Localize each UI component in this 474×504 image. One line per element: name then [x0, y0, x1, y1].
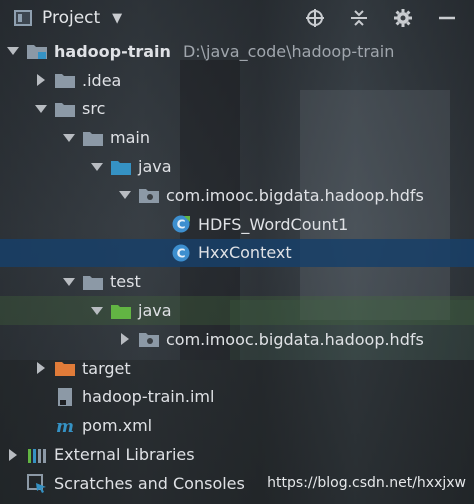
project-tree: hadoop-train D:\java_code\hadoop-train .… — [0, 37, 474, 498]
source-folder-icon — [110, 158, 132, 176]
folder-icon — [54, 71, 76, 89]
folder-icon — [54, 100, 76, 118]
chevron-right-icon[interactable] — [34, 361, 48, 375]
tree-node-label: hadoop-train — [54, 41, 171, 61]
chevron-right-icon[interactable] — [6, 448, 20, 462]
tree-node-label: com.imooc.bigdata.hadoop.hdfs — [166, 185, 424, 205]
watermark-url: https://blog.csdn.net/hxxjxw — [267, 475, 466, 492]
panel-title[interactable]: Project — [42, 8, 100, 28]
svg-text:m: m — [56, 417, 74, 435]
tree-node-label: HxxContext — [198, 243, 292, 263]
chevron-right-icon[interactable] — [118, 332, 132, 346]
tree-node-label: pom.xml — [82, 416, 153, 436]
tree-node-class-hdfs-wordcount1[interactable]: C HDFS_WordCount1 — [0, 210, 474, 239]
tree-node-main-java[interactable]: java — [0, 152, 474, 181]
tree-node-label: External Libraries — [54, 445, 195, 465]
chevron-down-icon[interactable] — [62, 131, 76, 145]
tree-node-pom-file[interactable]: m pom.xml — [0, 411, 474, 440]
tree-node-class-hxxcontext[interactable]: C HxxContext — [0, 238, 474, 268]
svg-text:C: C — [177, 218, 186, 232]
tree-node-label: src — [82, 99, 106, 119]
tree-node-target[interactable]: target — [0, 354, 474, 383]
excluded-folder-icon — [54, 359, 76, 377]
tree-node-test[interactable]: test — [0, 267, 474, 296]
hide-panel-icon[interactable] — [436, 7, 458, 29]
tree-node-src[interactable]: src — [0, 95, 474, 124]
header-toolbar — [304, 7, 458, 29]
tree-node-hadoop-train[interactable]: hadoop-train D:\java_code\hadoop-train — [0, 37, 474, 66]
folder-icon — [82, 273, 104, 291]
tree-node-label: java — [138, 301, 172, 321]
project-panel: Project ▼ hadoop-train D:\java_code\hado… — [0, 0, 474, 504]
tree-node-test-java[interactable]: java — [0, 296, 474, 325]
package-icon — [138, 186, 160, 204]
chevron-down-icon[interactable]: ▼ — [112, 11, 122, 26]
tree-node-label: hadoop-train.iml — [82, 387, 215, 407]
maven-icon: m — [54, 417, 76, 435]
locate-icon[interactable] — [304, 7, 326, 29]
tree-node-label: com.imooc.bigdata.hadoop.hdfs — [166, 329, 424, 349]
project-tool-header: Project ▼ — [0, 0, 474, 36]
java-class-icon: C — [170, 244, 192, 262]
tree-node-label: HDFS_WordCount1 — [198, 214, 349, 234]
test-source-folder-icon — [110, 302, 132, 320]
package-icon — [138, 330, 160, 348]
tree-node-label: .idea — [82, 70, 122, 90]
tree-node-label: main — [110, 128, 150, 148]
scratches-icon — [26, 474, 48, 494]
gear-icon[interactable] — [392, 7, 414, 29]
tree-node-external-libraries[interactable]: External Libraries — [0, 440, 474, 469]
tree-node-iml-file[interactable]: hadoop-train.iml — [0, 383, 474, 412]
tree-node-scratches-and-consoles[interactable]: Scratches and Consoles https://blog.csdn… — [0, 469, 474, 498]
tree-node-label: java — [138, 157, 172, 177]
module-folder-icon — [26, 42, 48, 60]
chevron-down-icon[interactable] — [62, 275, 76, 289]
chevron-down-icon[interactable] — [6, 44, 20, 58]
tree-node-idea[interactable]: .idea — [0, 66, 474, 95]
tree-node-main-package[interactable]: com.imooc.bigdata.hadoop.hdfs — [0, 181, 474, 210]
collapse-all-icon[interactable] — [348, 7, 370, 29]
chevron-down-icon[interactable] — [90, 304, 104, 318]
tree-node-test-package[interactable]: com.imooc.bigdata.hadoop.hdfs — [0, 325, 474, 354]
tree-node-main[interactable]: main — [0, 123, 474, 152]
tree-node-label: test — [110, 272, 141, 292]
tree-node-label: target — [82, 358, 131, 378]
chevron-down-icon[interactable] — [118, 188, 132, 202]
chevron-right-icon[interactable] — [34, 73, 48, 87]
java-class-icon: C — [170, 215, 192, 233]
svg-text:C: C — [177, 246, 186, 260]
chevron-down-icon[interactable] — [34, 102, 48, 116]
module-path: D:\java_code\hadoop-train — [182, 41, 395, 61]
tree-node-label: Scratches and Consoles — [54, 473, 245, 493]
libraries-icon — [26, 446, 48, 464]
folder-icon — [82, 129, 104, 147]
iml-file-icon — [54, 387, 76, 406]
chevron-down-icon[interactable] — [90, 160, 104, 174]
project-view-icon — [14, 10, 32, 26]
